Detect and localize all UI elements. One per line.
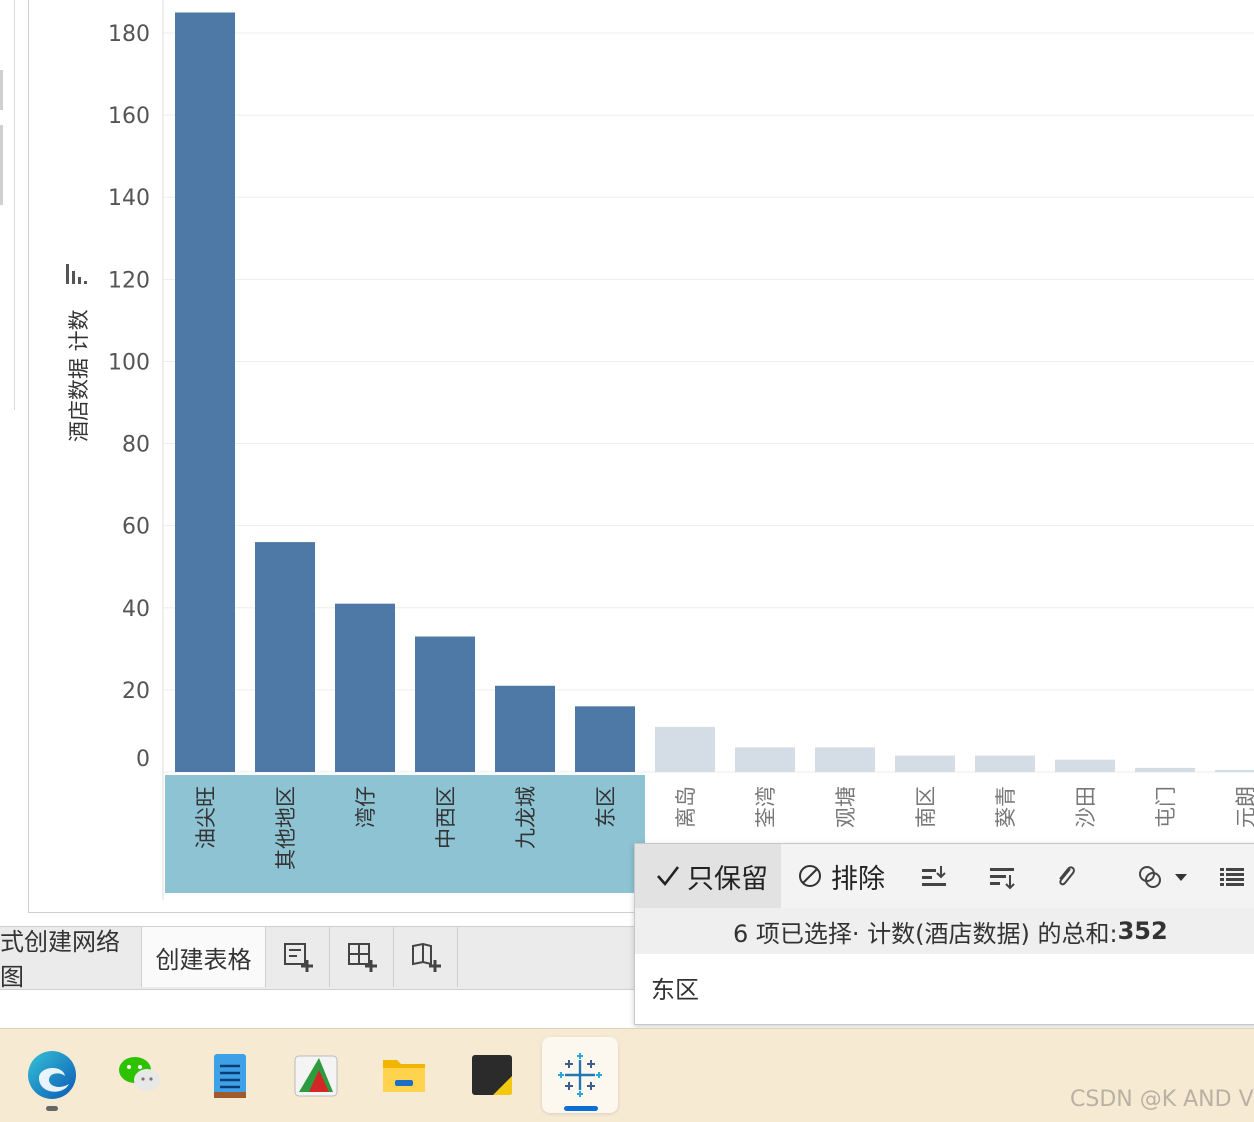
tableau-active-indicator (564, 1106, 598, 1111)
bar[interactable] (415, 636, 475, 772)
sheet-tab-bar: 式创建网络图 创建表格 (0, 926, 634, 991)
y-tick-label: 160 (108, 104, 150, 129)
y-axis-title: 酒店数据 计数 (67, 309, 91, 442)
file-explorer-icon[interactable] (372, 1043, 436, 1107)
windows-taskbar (0, 1028, 1254, 1122)
group-icon[interactable] (1135, 862, 1191, 892)
sticky-notes-icon[interactable] (460, 1043, 524, 1107)
x-tick-label[interactable]: 南区 (914, 786, 938, 828)
y-tick-label: 80 (122, 433, 150, 458)
y-tick-label: 140 (108, 186, 150, 211)
sort-icon[interactable] (66, 264, 87, 284)
bar[interactable] (655, 726, 715, 772)
keep-only-label: 只保留 (687, 863, 768, 895)
bar[interactable] (735, 747, 795, 772)
category-label-highlight (165, 775, 645, 893)
new-story-icon[interactable] (394, 927, 458, 987)
y-tick-label: 0 (136, 747, 150, 772)
edge-icon[interactable] (20, 1043, 84, 1107)
x-tick-label[interactable]: 葵青 (994, 786, 1018, 828)
x-tick-label[interactable]: 湾仔 (354, 786, 378, 828)
selection-summary-value: 352 (1117, 917, 1168, 945)
tooltip-toolbar: 只保留 排除 (635, 844, 1254, 909)
x-tick-label[interactable]: 九龙城 (514, 786, 538, 849)
y-axis-title-group: 酒店数据 计数 (66, 264, 91, 442)
bar[interactable] (1215, 769, 1254, 772)
x-tick-label[interactable]: 油尖旺 (194, 786, 218, 849)
tab-network-graph[interactable]: 式创建网络图 (0, 927, 142, 991)
bar[interactable] (255, 542, 315, 772)
bar[interactable] (575, 706, 635, 772)
x-tick-label[interactable]: 屯门 (1154, 786, 1178, 828)
x-tick-label[interactable]: 中西区 (434, 786, 458, 849)
y-axis-ticks: 0 20 40 60 80 100 120 140 160 180 (108, 22, 150, 772)
bar[interactable] (335, 603, 395, 772)
selection-summary: 6 项已选择· 计数(酒店数据) 的总和: 352 (635, 908, 1254, 954)
sort-ascending-icon[interactable] (919, 862, 949, 892)
tab-create-table-label: 创建表格 (155, 945, 252, 974)
new-worksheet-icon[interactable] (266, 927, 330, 987)
bar[interactable] (175, 12, 235, 772)
keep-only-button[interactable]: 只保留 (635, 844, 781, 908)
tableau-window: 0 20 40 60 80 100 120 140 160 180 油尖旺 其他地区 湾仔 中西区 九龙城… (0, 0, 1254, 1122)
new-dashboard-icon[interactable] (330, 927, 394, 987)
y-tick-label: 60 (122, 515, 150, 540)
x-tick-label[interactable]: 东区 (594, 786, 618, 828)
y-tick-label: 180 (108, 22, 150, 47)
greenshot-icon[interactable] (284, 1043, 348, 1107)
exclude-label: 排除 (831, 863, 885, 895)
paperclip-icon[interactable] (1051, 862, 1081, 892)
selection-summary-text: 6 项已选择· 计数(酒店数据) 的总和: (733, 919, 1118, 948)
x-tick-label[interactable]: 其他地区 (274, 786, 298, 870)
x-tick-label[interactable]: 沙田 (1074, 786, 1098, 828)
bar-chart: 0 20 40 60 80 100 120 140 160 180 油尖旺 其他地区 湾仔 中西区 九龙城… (66, 0, 1254, 900)
sort-descending-icon[interactable] (987, 862, 1017, 892)
x-tick-label[interactable]: 离岛 (674, 786, 698, 828)
bar[interactable] (495, 685, 555, 772)
bar[interactable] (895, 755, 955, 772)
y-tick-label: 40 (122, 597, 150, 622)
x-tick-label[interactable]: 荃湾 (754, 786, 778, 828)
exclude-button[interactable]: 排除 (797, 844, 885, 908)
selected-mark-value: 东区 (651, 976, 699, 1004)
edge-running-indicator (46, 1106, 58, 1111)
y-tick-label: 20 (122, 679, 150, 704)
view-data-icon[interactable] (1217, 862, 1247, 892)
exclude-icon (799, 865, 821, 887)
bar[interactable] (1055, 759, 1115, 772)
notepad-icon[interactable] (198, 1043, 262, 1107)
checkmark-icon (657, 866, 680, 887)
watermark: CSDN @K AND V (1070, 1087, 1254, 1112)
bar[interactable] (1135, 767, 1195, 772)
x-tick-label[interactable]: 观塘 (834, 786, 858, 828)
tab-network-graph-label: 式创建网络图 (0, 928, 120, 991)
selection-tooltip: 只保留 排除 6 项已选择· 计数(酒店数据) 的总和: 352 东区 (634, 843, 1254, 1025)
wechat-icon[interactable] (108, 1043, 172, 1107)
tableau-icon[interactable] (542, 1037, 618, 1113)
bar[interactable] (975, 755, 1035, 772)
y-tick-label: 100 (108, 350, 150, 375)
y-tick-label: 120 (108, 268, 150, 293)
x-tick-label[interactable]: 元朗 (1234, 786, 1254, 828)
bars (175, 12, 1254, 772)
tab-create-table[interactable]: 创建表格 (142, 927, 266, 987)
bar[interactable] (815, 747, 875, 772)
